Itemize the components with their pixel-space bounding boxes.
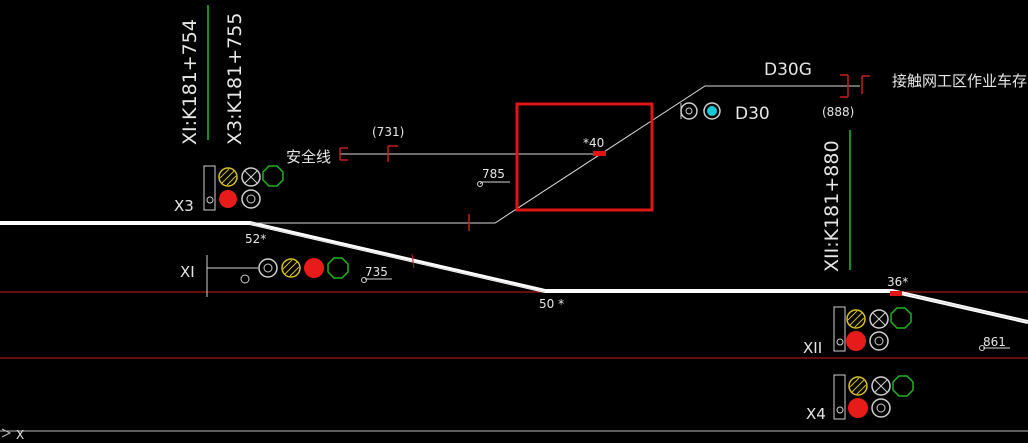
- signal-xi-red-lamp: [304, 258, 324, 278]
- signal-x3-yellow-hatch: [221, 170, 235, 184]
- signal-xii-green-lamp: [890, 307, 912, 329]
- signal-x3-lower-lamp-inner: [246, 194, 256, 204]
- signal-x3-red-lamp: [219, 190, 237, 208]
- signal-xii-base-dot: [836, 338, 844, 346]
- signal-xi-white-lamp: [258, 258, 278, 278]
- p731-label: (731): [372, 125, 404, 139]
- switch-40-marker: [593, 151, 606, 156]
- d30-signal-cyan-core: [707, 106, 717, 116]
- signal-x4: [833, 374, 914, 420]
- signal-xii-lower-lamp: [869, 331, 889, 351]
- main-track: [0, 221, 1028, 324]
- signal-x4-base-dot: [836, 406, 844, 414]
- switch-36-marker: [890, 291, 902, 296]
- marker-861-label: 861: [983, 335, 1006, 349]
- signal-x4-frame: [833, 374, 846, 420]
- signal-xii-red-lamp: [846, 331, 866, 351]
- signal-xii-label: XII: [803, 339, 822, 357]
- signal-x3-lower-lamp: [241, 189, 261, 209]
- p888-label: (888): [822, 105, 854, 119]
- d30-signal-white-lamp-inner: [685, 107, 693, 115]
- branch-diagonal: [891, 290, 1028, 323]
- marker-735-label: 735: [365, 265, 388, 279]
- safety-line-label: 安全线: [286, 148, 331, 166]
- switch-40-label: *40: [583, 136, 604, 150]
- signal-xi-label: XI: [180, 263, 195, 281]
- cad-drawing: XI:K181+754 X3:K181+755 XII:K181+880 安全线…: [0, 5, 1028, 442]
- signal-x4-label: X4: [806, 405, 826, 423]
- d30g-label: D30G: [764, 60, 812, 80]
- switch-50-label: 50 *: [539, 297, 564, 311]
- marker-785-label: 785: [482, 167, 505, 181]
- thin-slope: [249, 223, 546, 293]
- switch-52-label: 52*: [245, 232, 266, 246]
- ucs-arrow-icon: [1, 428, 12, 438]
- signal-xii-yellow-hatch: [849, 312, 863, 326]
- highlight-box[interactable]: [515, 102, 654, 212]
- mileage-label-x3: X3:K181+755: [224, 13, 246, 145]
- signal-x3: [203, 165, 284, 211]
- signal-xi-base-dot: [240, 274, 250, 284]
- signal-xi: [206, 255, 349, 297]
- storage-line-label: 接触网工区作业车存车线: [892, 72, 1028, 90]
- signal-x4-red-lamp: [848, 398, 868, 418]
- d30-signal-white-lamp: [680, 102, 698, 120]
- signal-xi-yellow-hatch: [284, 261, 298, 275]
- signal-x3-green-lamp: [262, 165, 284, 187]
- signal-x4-lower-lamp-inner: [876, 403, 886, 413]
- signal-x3-label: X3: [174, 197, 194, 215]
- signal-x4-lower-lamp: [871, 398, 891, 418]
- signal-xii-frame: [833, 306, 846, 352]
- signal-xi-green-lamp: [327, 257, 349, 279]
- switch-36-label: 36*: [887, 275, 908, 289]
- mileage-label-xii: XII:K181+880: [821, 140, 843, 272]
- ucs-x-label: X: [16, 428, 24, 442]
- signal-xii: [833, 306, 912, 352]
- signal-x4-green-lamp: [892, 375, 914, 397]
- signal-xi-white-lamp-inner: [263, 263, 273, 273]
- marker-735-dot: [361, 277, 367, 283]
- mileage-label-xi: XI:K181+754: [179, 19, 201, 145]
- d30-label: D30: [735, 104, 770, 124]
- signal-xii-lower-lamp-inner: [874, 336, 884, 346]
- signal-x4-yellow-hatch: [851, 379, 865, 393]
- signal-x3-base-dot: [206, 196, 214, 204]
